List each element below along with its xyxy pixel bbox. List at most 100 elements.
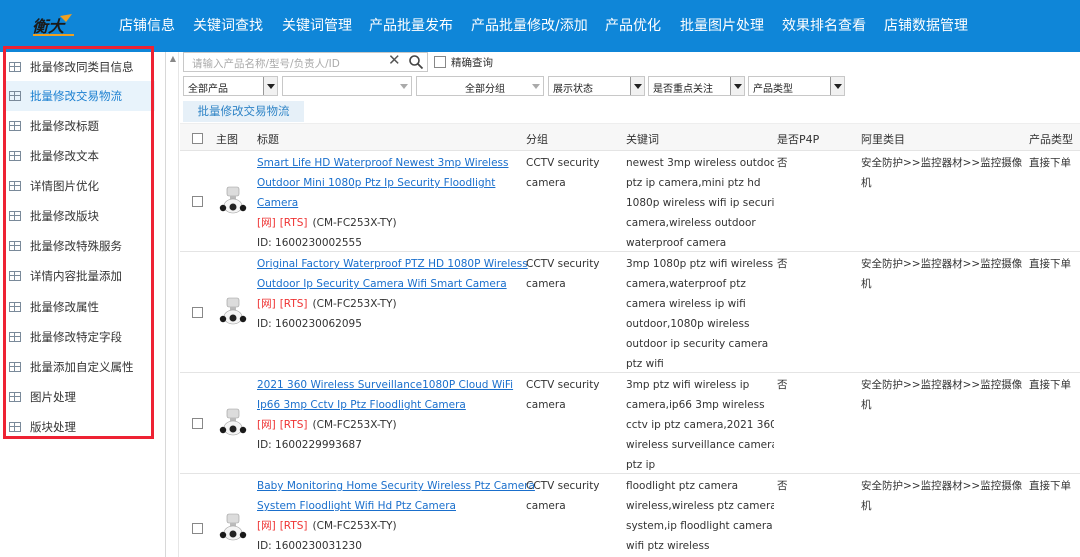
product-thumbnail[interactable] [217,184,247,216]
select-all-checkbox[interactable] [192,133,203,144]
blank-select[interactable] [282,76,412,96]
group-line: CCTV security [526,379,600,391]
sidebar: 批量修改同类目信息 批量修改交易物流 批量修改标题 批量修改文本 详情图片优化 … [0,46,166,557]
sidebar-item-detail-image[interactable]: 详情图片优化 [3,171,155,201]
keyword-line: outdoor ip security camera [626,338,769,350]
category-line: 机 [861,500,872,512]
search-icon[interactable] [408,54,424,70]
product-title-link[interactable]: Smart Life HD Waterproof Newest 3mp Wire… [257,153,517,173]
product-title-link[interactable]: 2021 360 Wireless Surveillance1080P Clou… [257,375,517,395]
select-value: 全部分组 [465,84,505,95]
nav-batch-publish[interactable]: 产品批量发布 [369,0,453,52]
row-checkbox[interactable] [192,195,203,207]
sidebar-item-title[interactable]: 批量修改标题 [3,111,155,141]
product-title-link[interactable]: System Floodlight Wifi Hd Ptz Camera [257,496,517,516]
select-value: 展示状态 [553,84,593,95]
select-value: 产品类型 [753,84,793,95]
product-scope-select[interactable]: 全部产品 [183,76,278,96]
keywords-cell: newest 3mp wireless outdoor ptz ip camera… [626,153,774,253]
product-title-link[interactable]: Original Factory Waterproof PTZ HD 1080P… [257,254,528,274]
header-title: 标题 [257,133,279,146]
chevron-down-icon [529,77,543,95]
product-type-select[interactable]: 产品类型 [748,76,845,96]
product-title-link[interactable]: Baby Monitoring Home Security Wireless P… [257,476,535,496]
sidebar-item-specific-field[interactable]: 批量修改特定字段 [3,322,155,352]
product-model: (CM-FC253X-TY) [312,217,397,229]
top-nav-bar: 衡大 店铺信息 关键词查找 关键词管理 产品批量发布 产品批量修改/添加 产品优… [0,0,1080,52]
focus-select[interactable]: 是否重点关注 [648,76,745,96]
chevron-down-icon [630,77,644,95]
keyword-line: newest 3mp wireless outdoor [626,157,774,169]
nav-product-optimize[interactable]: 产品优化 [605,0,661,52]
product-tags: [网] [RTS] (CM-FC253X-TY) [257,294,517,314]
keywords-cell: 3mp ptz wifi wireless ip camera,ip66 3mp … [626,375,774,475]
rts-badge: [RTS] [279,520,308,532]
product-thumbnail[interactable] [217,406,247,438]
keyword-line: wifi ptz wireless [626,540,710,552]
sidebar-item-section[interactable]: 批量修改版块 [3,201,155,231]
category-line: 机 [861,177,872,189]
title-cell: Baby Monitoring Home Security Wireless P… [257,476,535,556]
product-model: (CM-FC253X-TY) [312,520,397,532]
table-icon [9,332,21,342]
category-line: 安全防护>>监控器材>>监控摄像 [861,258,1023,270]
product-thumbnail[interactable] [217,295,247,327]
group-line: camera [526,500,566,512]
rts-badge: [RTS] [279,419,308,431]
row-checkbox[interactable] [192,417,203,429]
product-id: ID: 1600229993687 [257,439,362,451]
sidebar-item-trade-logistics[interactable]: 批量修改交易物流 [3,81,155,111]
keywords-cell: floodlight ptz camera wireless,wireless p… [626,476,774,556]
sidebar-item-section-processing[interactable]: 版块处理 [3,412,155,442]
exact-search-label: 精确查询 [451,57,493,69]
nav-keyword-search[interactable]: 关键词查找 [193,0,263,52]
exact-search-checkbox[interactable] [434,56,446,68]
product-title-link[interactable]: Outdoor Mini 1080p Ptz Ip Security Flood… [257,173,517,193]
sidebar-item-text[interactable]: 批量修改文本 [3,141,155,171]
select-value: 全部产品 [188,84,228,95]
sidebar-item-label: 批量修改版块 [30,209,99,223]
nav-ranking-view[interactable]: 效果排名查看 [782,0,866,52]
category-line: 机 [861,399,872,411]
scroll-up-icon[interactable]: ▲ [168,54,178,64]
search-placeholder: 请输入产品名称/型号/负责人/ID [192,58,340,70]
table-icon [9,302,21,312]
keyword-line: ptz ip [626,459,656,471]
category-line: 安全防护>>监控器材>>监控摄像 [861,379,1023,391]
header-type: 产品类型 [1029,133,1073,146]
sidebar-item-label: 批量修改特定字段 [30,330,122,344]
chevron-down-icon [263,77,277,95]
tag-badge: [网] [257,419,276,431]
group-select[interactable]: 全部分组 [416,76,544,96]
table-row: 2021 360 Wireless Surveillance1080P Clou… [180,373,1080,474]
product-thumbnail[interactable] [217,511,247,543]
sidebar-item-attributes[interactable]: 批量修改属性 [3,292,155,322]
sidebar-item-label: 批量修改特殊服务 [30,239,122,253]
header-p4p: 是否P4P [777,133,820,146]
type-cell: 直接下单 [1029,258,1071,270]
table-header: 主图 标题 分组 关键词 是否P4P 阿里类目 产品类型 [180,123,1080,151]
display-status-select[interactable]: 展示状态 [548,76,645,96]
sidebar-item-same-category[interactable]: 批量修改同类目信息 [3,52,155,82]
nav-batch-image[interactable]: 批量图片处理 [680,0,764,52]
clear-icon[interactable]: ✕ [388,51,401,69]
product-model: (CM-FC253X-TY) [312,298,397,310]
row-checkbox[interactable] [192,523,203,534]
nav-shop-data[interactable]: 店铺数据管理 [884,0,968,52]
product-title-link[interactable]: Outdoor Ip Security Camera Wifi Smart Ca… [257,274,517,294]
sidebar-item-special-service[interactable]: 批量修改特殊服务 [3,231,155,261]
tab-trade-logistics[interactable]: 批量修改交易物流 [183,101,304,122]
product-title-link[interactable]: Ip66 3mp Cctv Ip Ptz Floodlight Camera [257,395,517,415]
sidebar-item-detail-content[interactable]: 详情内容批量添加 [3,261,155,291]
sidebar-item-custom-attributes[interactable]: 批量添加自定义属性 [3,352,155,382]
nav-keyword-management[interactable]: 关键词管理 [282,0,352,52]
keywords-cell: 3mp 1080p ptz wifi wireless ip camera,wat… [626,254,774,374]
row-checkbox[interactable] [192,306,203,318]
tag-badge: [网] [257,298,276,310]
nav-shop-info[interactable]: 店铺信息 [119,0,175,52]
product-id: ID: 1600230062095 [257,318,362,330]
sidebar-item-image-processing[interactable]: 图片处理 [3,382,155,412]
product-id: ID: 1600230002555 [257,237,362,249]
nav-batch-modify-add[interactable]: 产品批量修改/添加 [471,0,588,52]
product-title-link[interactable]: Camera [257,193,517,213]
